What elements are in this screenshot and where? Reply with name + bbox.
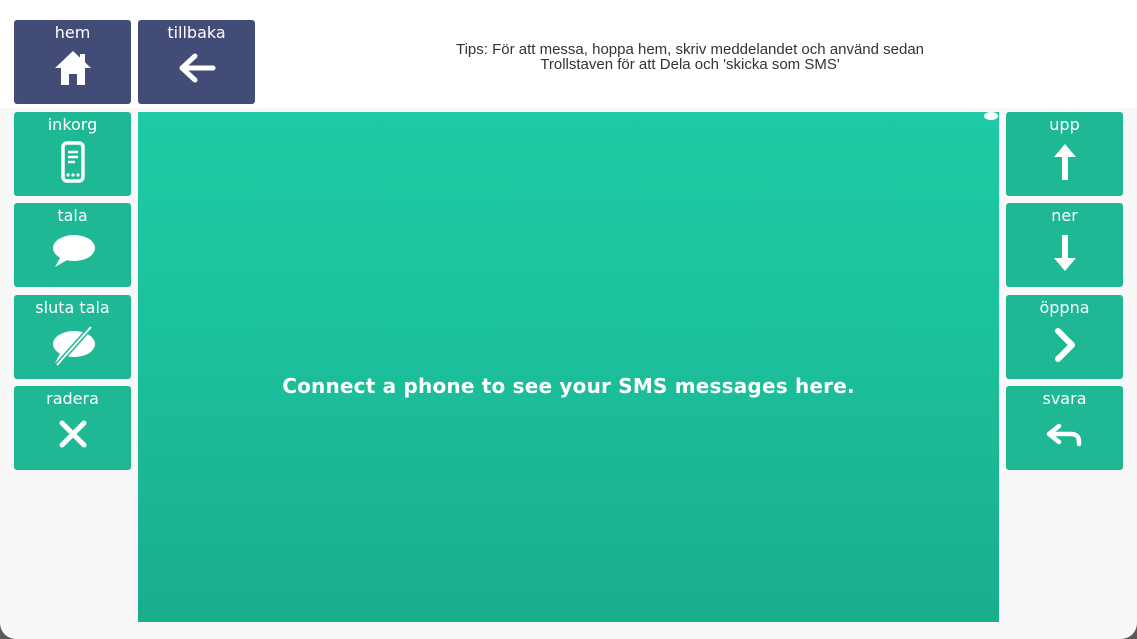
open-button[interactable]: öppna [1006, 295, 1123, 379]
stop-speak-label: sluta tala [35, 298, 110, 317]
speak-button[interactable]: tala [14, 203, 131, 287]
reply-label: svara [1042, 389, 1087, 408]
arrow-left-icon [179, 53, 215, 83]
speech-bubble-icon [52, 235, 95, 267]
tips-line-2: Trollstaven för att Dela och 'skicka som… [540, 56, 840, 73]
close-icon [59, 420, 86, 448]
home-icon [54, 51, 91, 85]
up-label: upp [1049, 115, 1080, 134]
arrow-up-icon [1053, 144, 1076, 180]
scroll-indicator[interactable] [984, 112, 998, 120]
home-label: hem [54, 23, 91, 42]
back-button[interactable]: tillbaka [138, 20, 255, 104]
chevron-right-icon [1054, 328, 1075, 362]
inbox-button[interactable]: inkorg [14, 112, 131, 196]
message-list-area[interactable]: Connect a phone to see your SMS messages… [138, 112, 999, 622]
reply-icon [1046, 423, 1081, 447]
open-label: öppna [1039, 298, 1090, 317]
stop-speak-button[interactable]: sluta tala [14, 295, 131, 379]
app-window: hem tillbaka Tips: För att messa, hoppa … [0, 0, 1137, 639]
tips-text: Tips: För att messa, hoppa hem, skriv me… [330, 42, 1050, 72]
delete-button[interactable]: radera [14, 386, 131, 470]
inbox-label: inkorg [47, 115, 98, 134]
tips-line-1: Tips: För att messa, hoppa hem, skriv me… [455, 41, 925, 58]
down-button[interactable]: ner [1006, 203, 1123, 287]
down-label: ner [1051, 206, 1078, 225]
arrow-down-icon [1053, 235, 1076, 271]
reply-button[interactable]: svara [1006, 386, 1123, 470]
speak-label: tala [57, 206, 88, 225]
delete-label: radera [46, 389, 99, 408]
up-button[interactable]: upp [1006, 112, 1123, 196]
home-button[interactable]: hem [14, 20, 131, 104]
empty-state-message: Connect a phone to see your SMS messages… [282, 374, 855, 398]
back-label: tillbaka [167, 23, 226, 42]
speech-bubble-muted-icon [52, 325, 95, 367]
phone-icon [60, 141, 85, 183]
